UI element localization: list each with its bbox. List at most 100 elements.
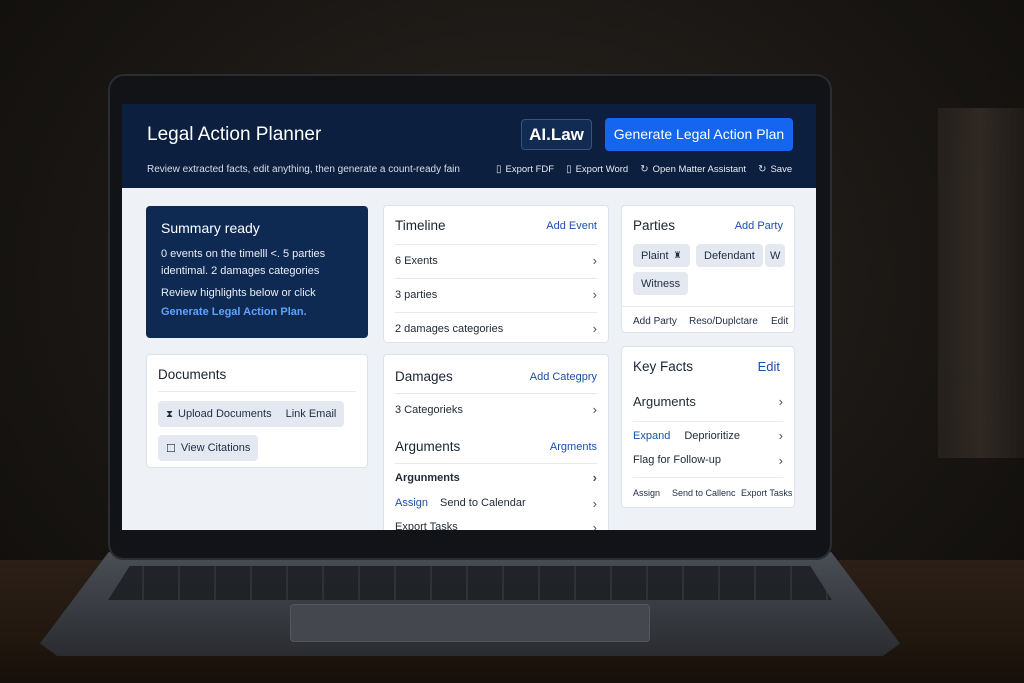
chevron-right-icon: › — [778, 428, 783, 443]
timeline-row[interactable]: 3 parties › — [395, 278, 597, 310]
add-category-link[interactable]: Add Categpry — [530, 371, 597, 383]
party-chip-witness[interactable]: Witness — [633, 272, 689, 295]
arguments-row-label: Argunments — [395, 471, 460, 484]
export-pdf-button[interactable]: ▯ Export FDF — [496, 164, 554, 175]
arguments-row[interactable]: Arguments › — [633, 385, 783, 417]
person-icon: ♜ — [673, 250, 682, 260]
app-header: Legal Action Planner AI.Law Generate Leg… — [122, 104, 816, 188]
chevron-right-icon: › — [592, 519, 597, 531]
refresh-icon: ↻ — [640, 164, 649, 175]
damages-row[interactable]: 3 Categorieks › — [395, 393, 597, 425]
summary-line-1: 0 events on the timelll <. 5 parties — [161, 248, 326, 260]
assign-row: Assign Send to Calendar › — [395, 491, 597, 515]
edit-party-action[interactable]: Edit — [771, 316, 788, 327]
arguments-row[interactable]: Argunments › — [395, 463, 597, 491]
assign-action[interactable]: Assign — [633, 488, 660, 498]
assign-link[interactable]: Assign — [395, 497, 428, 509]
arguments-title: Arguments — [395, 439, 461, 454]
save-button[interactable]: ↻ Save — [758, 164, 792, 175]
document-icon: ▯ — [496, 164, 502, 175]
party-chip-w[interactable]: W — [765, 244, 786, 267]
resolve-duplicate-action[interactable]: Reso/Duplctare — [689, 316, 758, 327]
divider — [158, 391, 356, 392]
timeline-row-label: 6 Exents — [395, 254, 438, 267]
keyboard — [108, 566, 832, 600]
summary-title: Summary ready — [161, 220, 260, 236]
party-chip-label: Witness — [641, 277, 681, 290]
expand-row: Expand Deprioritize › — [633, 421, 783, 449]
export-pdf-label: Export FDF — [505, 164, 555, 175]
arguments-row-label: Arguments — [633, 393, 696, 409]
upload-documents-chip: ⧗ Upload Documents Link Email — [158, 401, 345, 427]
parties-title: Parties — [633, 218, 676, 233]
upload-documents-label: Upload Documents — [178, 408, 272, 420]
chevron-right-icon: › — [592, 287, 597, 302]
timeline-row-label: 3 parties — [395, 288, 438, 301]
chevron-right-icon: › — [778, 452, 783, 468]
party-chip-plaintiff[interactable]: Plaint ♜ — [633, 244, 690, 267]
flag-followup-row[interactable]: Flag for Follow-up › — [633, 447, 783, 473]
app-screen: Legal Action Planner AI.Law Generate Leg… — [122, 104, 816, 530]
link-email-button[interactable]: Link Email — [286, 408, 337, 420]
divider — [622, 306, 794, 307]
deprioritize-link[interactable]: Deprioritize — [684, 430, 740, 442]
timeline-row-label: 2 damages categories — [395, 322, 504, 335]
add-party-action[interactable]: Add Party — [633, 316, 677, 327]
open-assistant-button[interactable]: ↻ Open Matter Assistant — [640, 164, 746, 175]
divider — [633, 477, 783, 478]
export-word-button[interactable]: ▯ Export Word — [566, 164, 628, 175]
hourglass-icon: ⧗ — [166, 408, 174, 420]
parties-card: Parties Add Party Plaint ♜ Defendant W W… — [621, 205, 795, 333]
damages-row-label: 3 Categorieks — [395, 403, 463, 416]
edit-key-facts-link[interactable]: Edit — [758, 359, 780, 374]
header-actions: ▯ Export FDF ▯ Export Word ↻ Open Matter… — [496, 164, 792, 175]
chevron-right-icon: › — [778, 393, 783, 409]
open-assistant-label: Open Matter Assistant — [652, 164, 747, 175]
damages-title: Damages — [395, 369, 453, 384]
arguments-link[interactable]: Argments — [550, 441, 597, 453]
generate-plan-button[interactable]: Generate Legal Action Plan — [605, 118, 793, 151]
export-word-label: Export Word — [575, 164, 629, 175]
timeline-title: Timeline — [395, 218, 446, 233]
upload-documents-button[interactable]: ⧗ Upload Documents — [166, 408, 272, 420]
send-to-calendar-link[interactable]: Send to Calendar — [440, 497, 526, 509]
key-facts-card: Key Facts Edit Arguments › Expand Deprio… — [621, 346, 795, 508]
expand-link[interactable]: Expand — [633, 430, 670, 442]
party-chip-defendant[interactable]: Defendant — [696, 244, 763, 267]
brand-logo: AI.Law — [521, 119, 592, 150]
summary-line-3: Review highlights below or click — [161, 287, 316, 299]
chevron-right-icon: › — [592, 470, 597, 485]
chevron-right-icon: › — [592, 321, 597, 336]
party-chip-label: Defendant — [704, 249, 755, 262]
timeline-row[interactable]: 6 Exents › — [395, 244, 597, 276]
summary-card: Summary ready 0 events on the timelll <.… — [146, 206, 368, 338]
summary-generate-link[interactable]: Generate Legal Action Plan. — [161, 304, 353, 321]
chevron-right-icon: › — [592, 253, 597, 268]
page-title: Legal Action Planner — [147, 124, 322, 145]
trackpad — [290, 604, 650, 642]
damages-card: Damages Add Categpry 3 Categorieks › Arg… — [383, 354, 609, 530]
timeline-card: Timeline Add Event 6 Exents › 3 parties … — [383, 205, 609, 343]
add-party-link[interactable]: Add Party — [735, 220, 783, 232]
summary-line-2: identimal. 2 damages categories — [161, 265, 320, 277]
key-facts-title: Key Facts — [633, 359, 694, 374]
save-label: Save — [770, 164, 793, 175]
background-book — [938, 108, 1024, 458]
timeline-row[interactable]: 2 damages categories › — [395, 312, 597, 344]
documents-title: Documents — [158, 367, 227, 382]
chevron-right-icon: › — [592, 495, 597, 511]
flag-followup-label: Flag for Follow-up — [633, 454, 722, 466]
document-icon: ▯ — [566, 164, 572, 175]
documents-card: Documents ⧗ Upload Documents Link Email … — [146, 354, 368, 468]
add-event-link[interactable]: Add Event — [546, 220, 597, 232]
view-citations-label: View Citations — [180, 442, 251, 454]
view-citations-button[interactable]: ☐ View Citations — [158, 435, 259, 461]
chevron-right-icon: › — [592, 402, 597, 417]
send-to-calendar-action[interactable]: Send to Callenc — [672, 488, 736, 498]
export-tasks-label: Export Tasks — [395, 521, 458, 530]
export-tasks-action[interactable]: Export Tasks — [741, 488, 792, 498]
checkbox-icon: ☐ — [166, 442, 176, 455]
export-tasks-row[interactable]: Export Tasks › — [395, 515, 597, 531]
party-chip-label: W — [770, 249, 781, 262]
refresh-icon: ↻ — [758, 164, 767, 175]
